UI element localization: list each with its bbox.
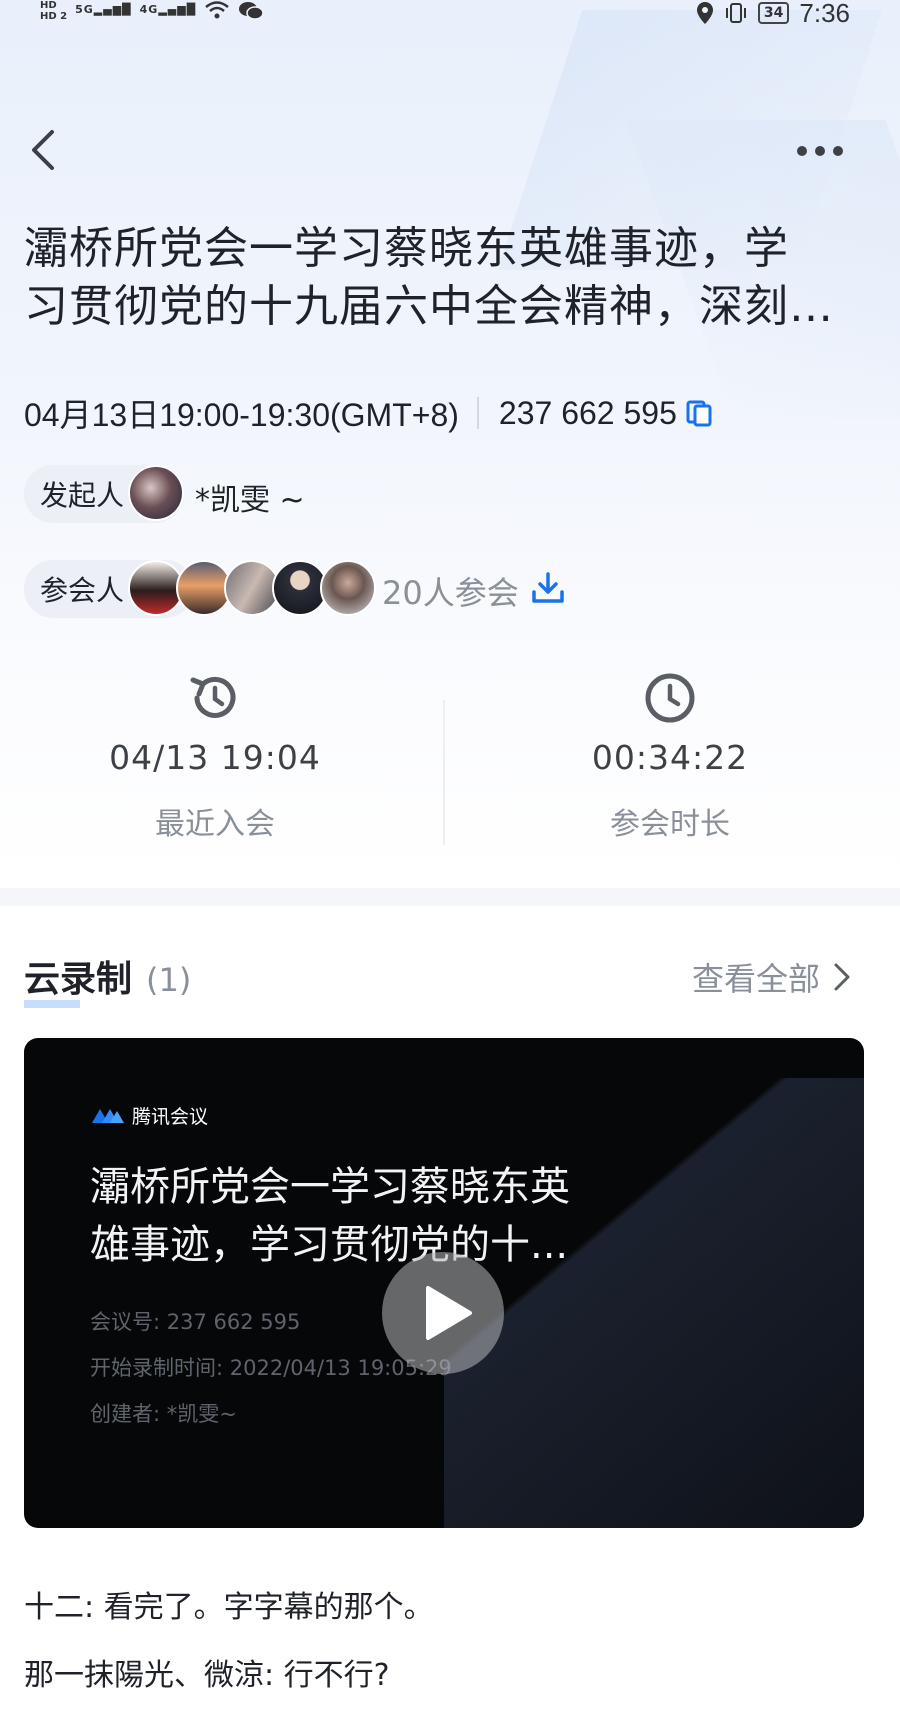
- signal-4g-icon: 4G▂▄▆█: [139, 3, 197, 16]
- title-underline: [24, 1000, 80, 1008]
- host-avatar[interactable]: [128, 465, 184, 521]
- status-bar: HD HD 2 5G▂▄▆█ 4G▂▄▆█ 34 7:36: [0, 0, 900, 32]
- recent-join-value: 04/13 19:04: [109, 738, 321, 777]
- recording-video-card[interactable]: 腾讯会议 灞桥所党会一学习蔡晓东英 雄事迹，学习贯彻党的十... 会议号: 23…: [24, 1038, 864, 1528]
- divider: [443, 700, 445, 845]
- view-all-link[interactable]: 查看全部: [692, 954, 852, 1000]
- recording-title: 灞桥所党会一学习蔡晓东英 雄事迹，学习贯彻党的十...: [90, 1158, 650, 1274]
- hd-badge: HD: [40, 0, 57, 11]
- wechat-icon: [239, 2, 264, 20]
- host-name: *凯雯 ~: [195, 483, 305, 518]
- chevron-left-icon: [32, 130, 54, 170]
- recent-join-label: 最近入会: [155, 807, 275, 842]
- back-button[interactable]: [26, 126, 66, 176]
- vibrate-icon: [725, 3, 746, 23]
- meeting-time-range: 04月13日19:00-19:30(GMT+8): [24, 397, 459, 433]
- more-dots-icon: [797, 146, 843, 156]
- recording-title-line: 雄事迹，学习贯彻党的十...: [90, 1222, 569, 1268]
- meeting-title-line: 灞桥所党会一学习蔡晓东英雄事迹，学: [24, 223, 789, 274]
- status-time: 7:36: [799, 0, 850, 28]
- meeting-time-row: 04月13日19:00-19:30(GMT+8) 237 662 595: [24, 390, 713, 436]
- recording-title-line: 灞桥所党会一学习蔡晓东英: [90, 1164, 570, 1210]
- hd-badge: HD 2: [40, 11, 68, 22]
- recording-creator: 创建者: *凯雯~: [90, 1402, 237, 1426]
- meeting-title-line: 习贯彻党的十九届六中全会精神，深刻…: [24, 281, 834, 332]
- signal-5g-icon: 5G▂▄▆█: [75, 3, 132, 16]
- comment-item: 那一抹陽光、微涼: 行不行?: [24, 1658, 390, 1693]
- signal-label: 4G: [139, 3, 159, 16]
- meeting-id: 237 662 595: [498, 394, 677, 431]
- participants-count: 20人参会: [382, 574, 519, 612]
- clock-icon: [645, 673, 695, 723]
- section-divider: [0, 888, 900, 906]
- participants-label: 参会人: [40, 574, 125, 607]
- cloud-recording-header: 云录制 (1): [24, 950, 192, 1008]
- tencent-meeting-logo-icon: [92, 1108, 124, 1123]
- play-button[interactable]: [382, 1252, 504, 1374]
- card-decoration: [444, 1078, 864, 1528]
- duration-stat: 00:34:22 参会时长: [455, 670, 885, 843]
- status-right: 34 7:36: [696, 0, 850, 28]
- hd-badges: HD HD 2: [40, 0, 67, 22]
- divider: [476, 397, 479, 429]
- signal-label: 5G: [75, 3, 94, 16]
- comment-item: 十二: 看完了。字字幕的那个。: [24, 1590, 434, 1625]
- cloud-recording-count: (1): [146, 961, 192, 999]
- duration-value: 00:34:22: [591, 738, 749, 777]
- location-icon: [696, 2, 713, 24]
- cloud-recording-title: 云录制: [24, 959, 133, 1000]
- download-icon[interactable]: [530, 570, 566, 606]
- history-clock-icon: [190, 676, 236, 718]
- brand-name: 腾讯会议: [132, 1106, 209, 1128]
- recording-start-time: 开始录制时间: 2022/04/13 19:05:29: [90, 1356, 452, 1380]
- play-icon: [426, 1286, 472, 1340]
- meeting-title: 灞桥所党会一学习蔡晓东英雄事迹，学 习贯彻党的十九届六中全会精神，深刻…: [24, 220, 874, 336]
- battery-icon: 34: [757, 2, 790, 24]
- duration-label: 参会时长: [610, 807, 730, 842]
- participant-avatar[interactable]: [320, 560, 376, 616]
- tencent-meeting-brand: 腾讯会议: [90, 1102, 208, 1129]
- more-button[interactable]: [790, 136, 850, 166]
- view-all-label: 查看全部: [692, 960, 821, 998]
- host-label: 发起人: [40, 479, 125, 512]
- recent-join-stat: 04/13 19:04 最近入会: [0, 670, 430, 843]
- chevron-right-icon: [834, 963, 850, 991]
- copy-icon[interactable]: [685, 399, 713, 427]
- wifi-icon: [205, 1, 229, 19]
- status-left: HD HD 2 5G▂▄▆█ 4G▂▄▆█: [40, 0, 264, 22]
- recording-meeting-no: 会议号: 237 662 595: [90, 1310, 301, 1334]
